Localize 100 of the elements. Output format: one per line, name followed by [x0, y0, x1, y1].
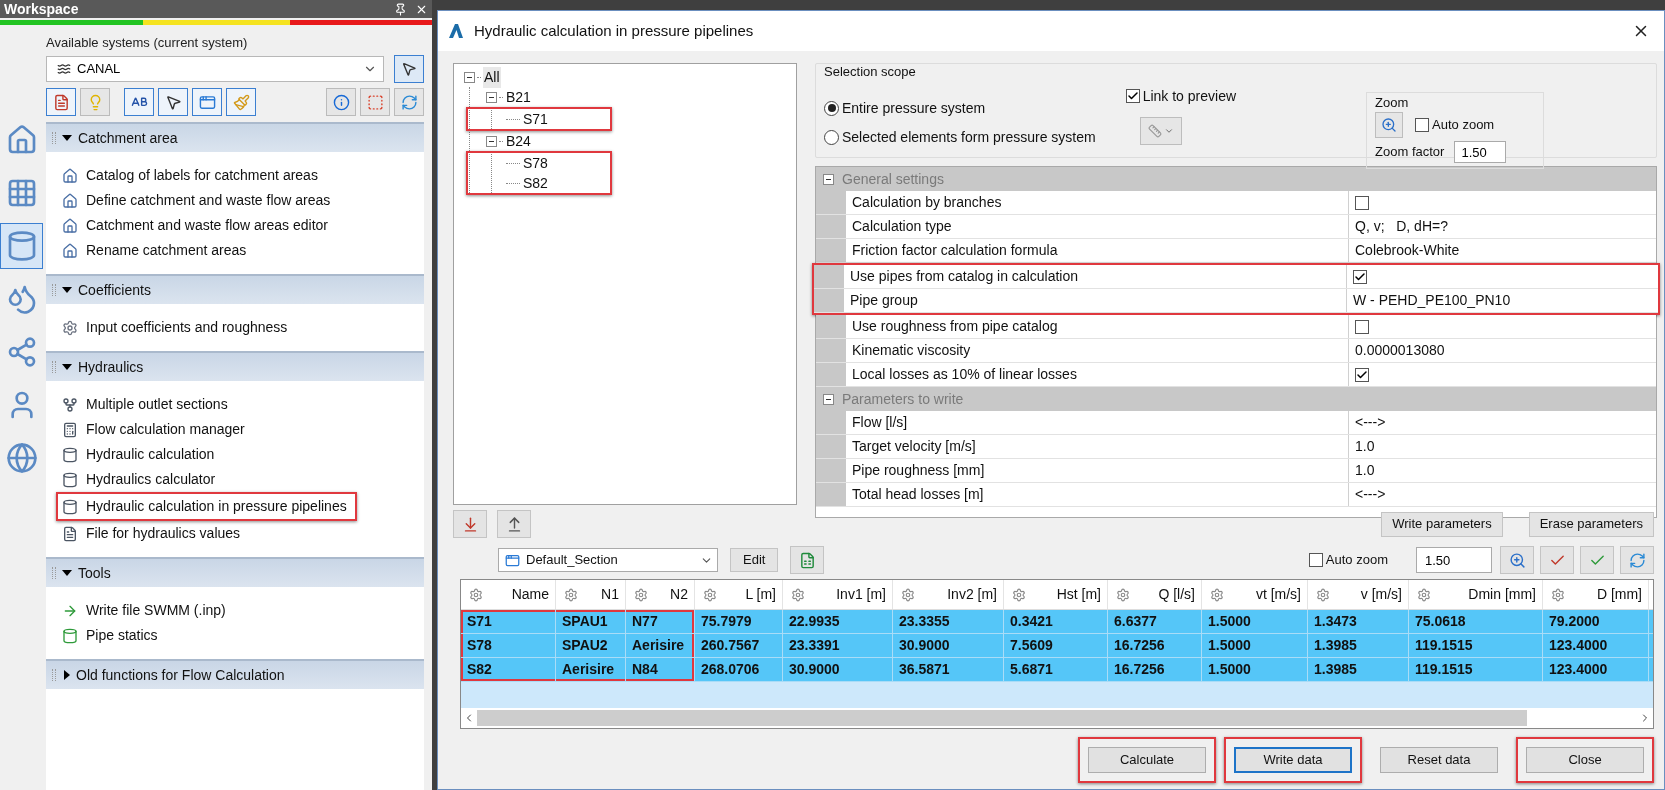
- section-dropdown[interactable]: Default_Section: [498, 548, 718, 572]
- menu-item[interactable]: File for hydraulics values: [60, 521, 424, 546]
- toolbar-button[interactable]: [46, 88, 76, 116]
- uncheck-button[interactable]: [1540, 546, 1574, 574]
- table-row[interactable]: S78 SPAU2 Aerisire 260.7567 23.3391 30.9000 7.5609 16.7256 1.5000 1.3985 119.1515 123.4000: [461, 634, 1653, 658]
- tree-node[interactable]: All: [483, 66, 501, 88]
- property-value[interactable]: 0.0000013080: [1355, 340, 1445, 361]
- row-gutter: [816, 239, 846, 262]
- section-header[interactable]: Tools: [46, 557, 424, 587]
- tree-node[interactable]: S78: [522, 152, 549, 174]
- checkbox[interactable]: [1308, 553, 1323, 567]
- collapse-triangle-icon: [62, 570, 72, 576]
- refresh-button[interactable]: [1620, 546, 1654, 574]
- collapse-icon[interactable]: [823, 393, 834, 405]
- section-header[interactable]: Old functions for Flow Calculation: [46, 659, 424, 689]
- toolbar-button[interactable]: [158, 88, 188, 116]
- auto-zoom-option[interactable]: Auto zoom: [1308, 550, 1388, 570]
- column-header[interactable]: L [m]: [695, 580, 783, 609]
- check-button[interactable]: [1580, 546, 1614, 574]
- tree-node[interactable]: S71: [522, 108, 549, 130]
- menu-item[interactable]: Define catchment and waste flow areas: [60, 188, 424, 213]
- menu-item[interactable]: Input coefficients and roughness: [60, 315, 424, 340]
- column-header[interactable]: Inv2 [m]: [893, 580, 1004, 609]
- table-cell: 16.7256: [1108, 634, 1202, 657]
- menu-item[interactable]: Catchment and waste flow areas editor: [60, 213, 424, 238]
- link-checkbox-option[interactable]: Link to preview: [1125, 85, 1237, 107]
- property-value[interactable]: 1.0: [1355, 460, 1375, 481]
- zoom-factor-field[interactable]: 1.50: [1454, 141, 1507, 163]
- collapse-triangle-icon: [62, 135, 72, 141]
- edit-button[interactable]: Edit: [730, 548, 779, 572]
- section-header[interactable]: Coefficients: [46, 274, 424, 304]
- collapse-icon[interactable]: [823, 173, 834, 185]
- menu-item[interactable]: Hydraulic calculation: [60, 442, 424, 467]
- section-header[interactable]: Catchment area: [46, 122, 424, 152]
- property-value[interactable]: <--->: [1355, 412, 1386, 433]
- column-header[interactable]: Inv1 [m]: [783, 580, 893, 609]
- section-header[interactable]: Hydraulics: [46, 351, 424, 381]
- property-value[interactable]: <--->: [1355, 484, 1386, 505]
- collapse-icon[interactable]: [464, 71, 475, 83]
- table-row[interactable]: S71 SPAU1 N77 75.7979 22.9935 23.3355 0.3421 6.6377 1.5000 1.3473 75.0618 79.2000: [461, 610, 1653, 634]
- checkbox[interactable]: [1355, 319, 1369, 334]
- pin-icon[interactable]: [394, 2, 407, 16]
- move-down-button[interactable]: [453, 510, 487, 538]
- menu-item[interactable]: Write file SWMM (.inp): [60, 598, 424, 623]
- table-cell: 30.9000: [783, 658, 893, 681]
- checkbox[interactable]: [1125, 89, 1140, 103]
- system-dropdown[interactable]: CANAL: [46, 56, 384, 82]
- zoom-button[interactable]: [1500, 546, 1534, 574]
- dialog-button[interactable]: Calculate: [1088, 747, 1206, 773]
- tree-node[interactable]: B24: [505, 130, 532, 152]
- dialog-button[interactable]: Close: [1526, 747, 1644, 773]
- tree-node[interactable]: B21: [505, 86, 532, 108]
- collapse-icon[interactable]: [486, 135, 497, 147]
- column-header[interactable]: D [mm]: [1543, 580, 1649, 609]
- radio-button[interactable]: [824, 129, 839, 145]
- dialog-button[interactable]: Reset data: [1380, 747, 1498, 773]
- radio-option[interactable]: Selected elements form pressure system: [824, 126, 1096, 148]
- column-header[interactable]: vt [m/s]: [1202, 580, 1308, 609]
- zoom-factor-field[interactable]: 1.50: [1416, 547, 1492, 573]
- menu-item[interactable]: Rename catchment areas: [60, 238, 424, 263]
- checkbox[interactable]: [1415, 118, 1430, 132]
- column-header[interactable]: Dmin [mm]: [1409, 580, 1543, 609]
- radio-button[interactable]: [824, 100, 839, 116]
- column-header[interactable]: N2: [626, 580, 695, 609]
- column-header[interactable]: Q [l/s]: [1108, 580, 1202, 609]
- property-value[interactable]: W - PEHD_PE100_PN10: [1353, 290, 1511, 311]
- zoom-button[interactable]: [1375, 112, 1404, 138]
- side-tab[interactable]: [0, 223, 43, 269]
- radio-option[interactable]: Entire pressure system: [824, 97, 1096, 119]
- column-header[interactable]: N1: [556, 580, 626, 609]
- collapse-icon[interactable]: [486, 91, 497, 103]
- column-header[interactable]: Name: [461, 580, 556, 609]
- column-header[interactable]: Hst [m]: [1004, 580, 1108, 609]
- dialog-button[interactable]: Write data: [1234, 747, 1352, 773]
- gear-icon: [1417, 587, 1431, 602]
- menu-item[interactable]: Multiple outlet sections: [60, 392, 424, 417]
- menu-item[interactable]: Pipe statics: [60, 623, 424, 648]
- scrollbar-thumb[interactable]: [477, 710, 1527, 726]
- auto-zoom-option[interactable]: Auto zoom: [1415, 115, 1495, 135]
- checkbox[interactable]: [1355, 367, 1369, 382]
- property-value[interactable]: Colebrook-White: [1355, 240, 1460, 261]
- menu-item[interactable]: Flow calculation manager: [60, 417, 424, 442]
- toolbar-button[interactable]: [124, 88, 154, 116]
- property-value[interactable]: Q, v; D, dH=?: [1355, 216, 1448, 237]
- move-up-button[interactable]: [497, 510, 531, 538]
- checkbox[interactable]: [1355, 195, 1369, 210]
- checkbox[interactable]: [1353, 269, 1367, 284]
- property-value[interactable]: 1.0: [1355, 436, 1375, 457]
- parameter-button[interactable]: Erase parameters: [1528, 511, 1654, 537]
- menu-item[interactable]: Catalog of labels for catchment areas: [60, 163, 424, 188]
- menu-item[interactable]: Hydraulic calculation in pressure pipelines: [60, 494, 349, 519]
- pick-system-button[interactable]: [394, 55, 424, 83]
- table-row[interactable]: S82 Aerisire N84 268.0706 30.9000 36.5871 5.6871 16.7256 1.5000 1.3985 119.1515 123.4000: [461, 658, 1653, 682]
- row-gutter: [816, 315, 846, 338]
- menu-item[interactable]: Hydraulics calculator: [60, 467, 424, 492]
- gear-icon: [1316, 587, 1330, 602]
- tree-node[interactable]: S82: [522, 172, 549, 194]
- parameter-button[interactable]: Write parameters: [1381, 511, 1503, 537]
- column-header[interactable]: v [m/s]: [1308, 580, 1409, 609]
- export-excel-button[interactable]: [790, 546, 825, 574]
